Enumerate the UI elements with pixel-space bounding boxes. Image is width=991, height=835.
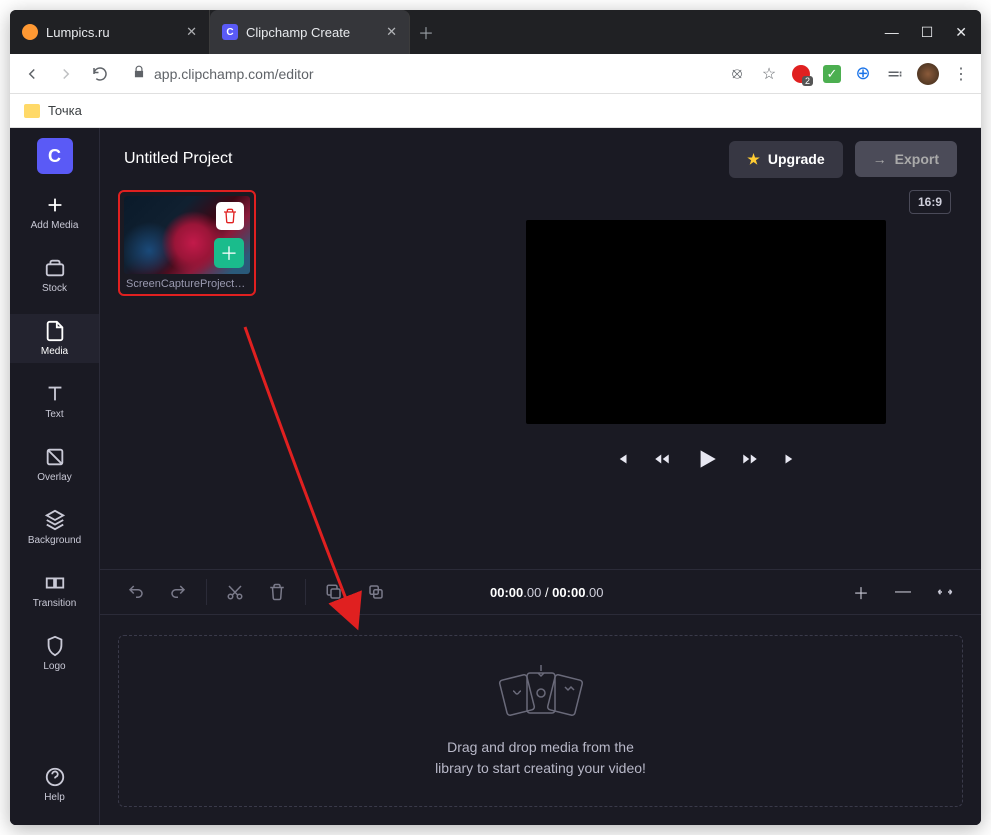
- zoom-out-button[interactable]: —: [885, 574, 921, 610]
- nav-reload-button[interactable]: [88, 62, 112, 86]
- skip-start-button[interactable]: [613, 450, 631, 473]
- translate-icon[interactable]: ⦻: [727, 64, 747, 84]
- rewind-button[interactable]: [653, 450, 671, 473]
- window-close-button[interactable]: ✕: [955, 24, 967, 41]
- button-label: Export: [895, 151, 939, 167]
- clip-thumbnail[interactable]: ＋: [124, 196, 250, 274]
- delete-button[interactable]: [259, 574, 295, 610]
- copy-button[interactable]: [316, 574, 352, 610]
- rail-label: Text: [45, 409, 63, 420]
- zoom-in-button[interactable]: ＋: [843, 574, 879, 610]
- browser-tabstrip: Lumpics.ru ✕ C Clipchamp Create ✕ ＋ — ☐ …: [10, 10, 981, 54]
- trash-icon: [222, 208, 238, 224]
- rail-label: Help: [44, 792, 65, 803]
- bookmark-star-icon[interactable]: ☆: [759, 64, 779, 84]
- arrow-right-icon: →: [873, 151, 887, 167]
- profile-avatar[interactable]: [917, 63, 939, 85]
- rail-label: Transition: [33, 598, 77, 609]
- favicon-icon: C: [222, 24, 238, 40]
- cut-button[interactable]: [217, 574, 253, 610]
- add-to-timeline-button[interactable]: ＋: [214, 238, 244, 268]
- rail-label: Overlay: [37, 472, 71, 483]
- timeline-toolbar: 00:00.00 / 00:00.00 ＋ —: [100, 569, 981, 615]
- undo-button[interactable]: [118, 574, 154, 610]
- close-icon[interactable]: ✕: [386, 24, 397, 40]
- play-button[interactable]: [693, 446, 719, 477]
- star-icon: ★: [747, 151, 760, 168]
- app-topbar: Untitled Project ★ Upgrade → Export: [100, 128, 981, 190]
- rail-label: Logo: [43, 661, 65, 672]
- media-library: ＋ ScreenCaptureProject1.…: [100, 190, 430, 569]
- export-button[interactable]: → Export: [855, 141, 957, 177]
- rail-add-media[interactable]: Add Media: [10, 188, 99, 237]
- clip-filename: ScreenCaptureProject1.…: [124, 274, 250, 290]
- left-rail: C Add Media Stock Media Text Overlay: [10, 128, 100, 825]
- extension-check-icon[interactable]: ✓: [823, 65, 841, 83]
- video-preview[interactable]: [526, 220, 886, 424]
- reading-list-icon[interactable]: ≕: [885, 64, 905, 84]
- browser-tab[interactable]: C Clipchamp Create ✕: [210, 10, 410, 54]
- tab-title: Lumpics.ru: [46, 25, 110, 40]
- fast-forward-button[interactable]: [741, 450, 759, 473]
- app-logo[interactable]: C: [37, 138, 73, 174]
- rail-text[interactable]: Text: [10, 377, 99, 426]
- duplicate-button[interactable]: [358, 574, 394, 610]
- nav-back-button[interactable]: [20, 62, 44, 86]
- new-tab-button[interactable]: ＋: [410, 10, 442, 54]
- rail-stock[interactable]: Stock: [10, 251, 99, 300]
- browser-tab[interactable]: Lumpics.ru ✕: [10, 10, 210, 54]
- rail-help[interactable]: Help: [10, 760, 99, 809]
- close-icon[interactable]: ✕: [186, 24, 197, 40]
- transport-controls: [613, 446, 799, 477]
- project-title[interactable]: Untitled Project: [124, 150, 233, 168]
- nav-forward-button[interactable]: [54, 62, 78, 86]
- window-maximize-button[interactable]: ☐: [921, 24, 934, 41]
- rail-transition[interactable]: Transition: [10, 566, 99, 615]
- rail-label: Media: [41, 346, 68, 357]
- upgrade-button[interactable]: ★ Upgrade: [729, 141, 842, 178]
- delete-clip-button[interactable]: [216, 202, 244, 230]
- bookmarks-bar: Точка: [10, 94, 981, 128]
- media-cards-icon: [491, 663, 591, 723]
- browser-menu-icon[interactable]: ⋮: [951, 64, 971, 84]
- timeline-time: 00:00.00 / 00:00.00: [490, 585, 604, 600]
- rail-label: Stock: [42, 283, 67, 294]
- rail-label: Background: [28, 535, 81, 546]
- plus-icon: ＋: [220, 240, 238, 266]
- fit-timeline-button[interactable]: [927, 574, 963, 610]
- skip-end-button[interactable]: [781, 450, 799, 473]
- address-bar[interactable]: app.clipchamp.com/editor: [122, 60, 717, 88]
- rail-logo[interactable]: Logo: [10, 629, 99, 678]
- favicon-icon: [22, 24, 38, 40]
- timeline-drop-zone[interactable]: Drag and drop media from the library to …: [118, 635, 963, 807]
- rail-background[interactable]: Background: [10, 503, 99, 552]
- drop-text-line: Drag and drop media from the: [447, 739, 634, 755]
- aspect-ratio-selector[interactable]: 16:9: [909, 190, 951, 214]
- rail-label: Add Media: [31, 220, 79, 231]
- button-label: Upgrade: [768, 151, 825, 167]
- url-text: app.clipchamp.com/editor: [154, 66, 314, 82]
- rail-media[interactable]: Media: [10, 314, 99, 363]
- tab-title: Clipchamp Create: [246, 25, 350, 40]
- drop-text-line: library to start creating your video!: [435, 760, 646, 776]
- media-clip[interactable]: ＋ ScreenCaptureProject1.…: [118, 190, 256, 296]
- extension-opera-icon[interactable]: 2: [791, 64, 811, 84]
- lock-icon: [132, 65, 146, 82]
- bookmark-item[interactable]: Точка: [48, 103, 82, 118]
- folder-icon: [24, 104, 40, 118]
- extension-globe-icon[interactable]: ⊕: [853, 64, 873, 84]
- redo-button[interactable]: [160, 574, 196, 610]
- browser-toolbar: app.clipchamp.com/editor ⦻ ☆ 2 ✓ ⊕ ≕ ⋮: [10, 54, 981, 94]
- rail-overlay[interactable]: Overlay: [10, 440, 99, 489]
- window-minimize-button[interactable]: —: [885, 24, 899, 40]
